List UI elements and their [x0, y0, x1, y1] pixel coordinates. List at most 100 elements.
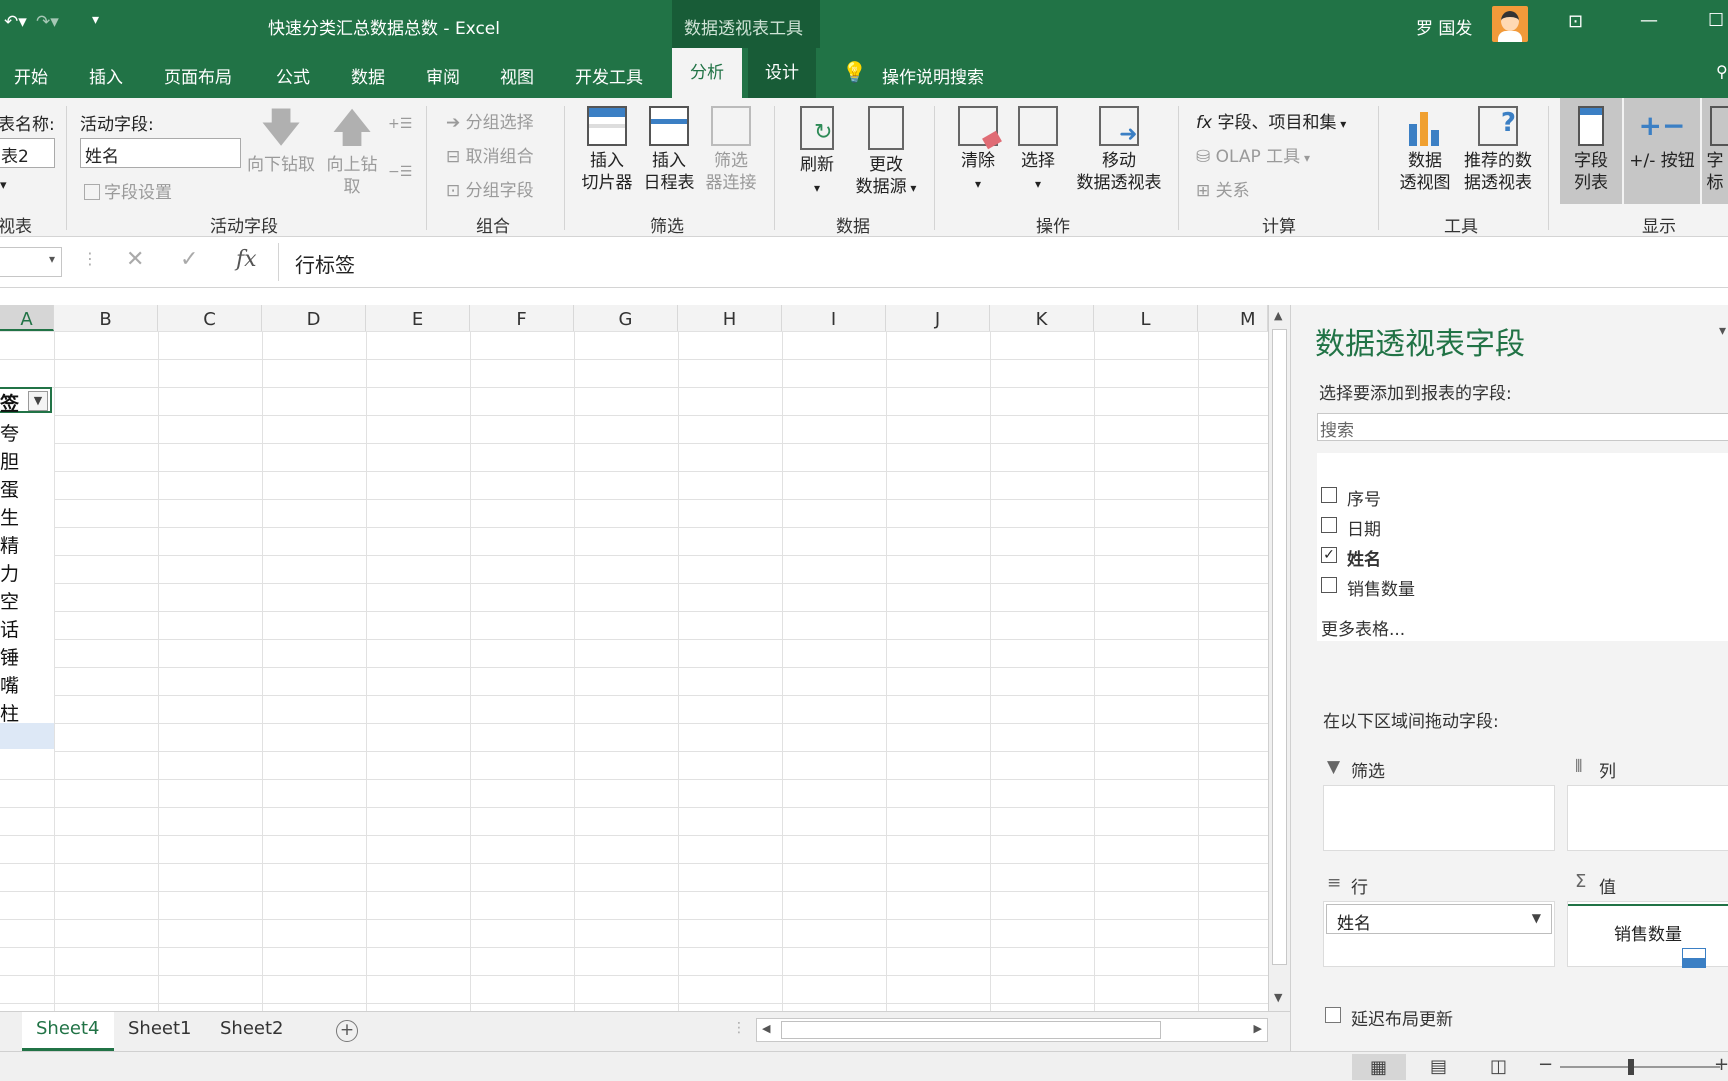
name-box[interactable]: ▾ — [0, 247, 62, 277]
insert-slicer-button[interactable]: 插入 切片器 — [576, 106, 638, 194]
drill-up-button[interactable]: 🡅 向上钻取 — [322, 106, 382, 198]
scroll-left-icon[interactable]: ◀ — [762, 1022, 770, 1035]
redo-icon[interactable]: ↷▾ — [36, 12, 59, 32]
vertical-scrollbar[interactable]: ▲ ▼ — [1268, 305, 1291, 1011]
pivot-name-input[interactable]: 表2 — [0, 138, 55, 168]
tab-data[interactable]: 数据 — [351, 63, 385, 88]
column-header-k[interactable]: K — [990, 305, 1094, 331]
horizontal-scrollbar[interactable]: ◀ ▶ — [756, 1018, 1268, 1042]
tab-insert[interactable]: 插入 — [89, 63, 123, 88]
tab-view[interactable]: 视图 — [500, 63, 534, 88]
column-header-m[interactable]: M — [1198, 305, 1268, 331]
group-field-button[interactable]: ⊡ 分组字段 — [446, 176, 534, 201]
add-sheet-icon[interactable]: + — [336, 1020, 358, 1042]
olap-tools-button[interactable]: ⛁ OLAP 工具 ▾ — [1196, 142, 1310, 167]
zoom-slider[interactable] — [1560, 1066, 1720, 1068]
tab-design[interactable]: 设计 — [748, 48, 816, 98]
hscroll-thumb[interactable] — [781, 1021, 1161, 1039]
pivot-options-dropdown[interactable]: ▾ — [0, 178, 7, 193]
clear-button[interactable]: 清除 ▾ — [950, 106, 1006, 195]
minimize-icon[interactable]: — — [1640, 10, 1658, 31]
value-field-label[interactable]: 销售数量 — [1614, 920, 1682, 945]
field-list-button[interactable]: 字段 列表 — [1560, 98, 1622, 204]
page-layout-view-icon[interactable]: ▤ — [1430, 1056, 1447, 1077]
insert-function-icon[interactable]: fx — [236, 247, 257, 272]
tab-analyze[interactable]: 分析 — [672, 48, 742, 98]
tab-home[interactable]: 开始 — [14, 63, 48, 88]
ribbon-display-icon[interactable]: ⊡ — [1568, 11, 1583, 32]
fields-items-sets-button[interactable]: fx 字段、项目和集 ▾ — [1196, 108, 1346, 133]
group-selection-button[interactable]: ➔ 分组选择 — [446, 108, 534, 133]
select-button[interactable]: 选择 ▾ — [1010, 106, 1066, 195]
scroll-up-icon[interactable]: ▲ — [1274, 309, 1282, 322]
tab-formulas[interactable]: 公式 — [276, 63, 310, 88]
row-field-item[interactable]: 姓名 ▼ — [1326, 904, 1552, 934]
tab-developer[interactable]: 开发工具 — [575, 63, 643, 88]
chevron-down-icon[interactable]: ▼ — [1532, 911, 1541, 925]
refresh-button[interactable]: ↻ 刷新 ▾ — [788, 106, 846, 199]
selected-cell[interactable] — [0, 723, 54, 749]
column-header-c[interactable]: C — [158, 305, 262, 331]
tell-me-search[interactable]: 操作说明搜索 — [882, 63, 984, 88]
field-checkbox-sales[interactable] — [1321, 577, 1337, 593]
maximize-icon[interactable]: ☐ — [1708, 10, 1724, 31]
confirm-icon[interactable]: ✓ — [180, 247, 198, 272]
avatar[interactable] — [1492, 6, 1528, 42]
move-pivot-button[interactable]: ➜ 移动 数据透视表 — [1070, 106, 1168, 194]
plus-minus-buttons-button[interactable]: +− +/- 按钮 — [1624, 98, 1700, 204]
column-header-g[interactable]: G — [574, 305, 678, 331]
cancel-icon[interactable]: ✕ — [126, 247, 144, 272]
share-icon[interactable]: ⚲ — [1716, 62, 1728, 81]
field-search-input[interactable]: 搜索 — [1317, 413, 1728, 441]
expand-field-icon[interactable]: +☰ — [388, 116, 412, 132]
column-header-f[interactable]: F — [470, 305, 574, 331]
user-name[interactable]: 罗 国发 — [1416, 14, 1472, 39]
scroll-thumb[interactable] — [1272, 329, 1287, 965]
collapse-field-icon[interactable]: −☰ — [388, 164, 412, 180]
tab-page-layout[interactable]: 页面布局 — [164, 63, 232, 88]
zoom-slider-thumb[interactable] — [1628, 1059, 1634, 1075]
value-drop-area[interactable]: 销售数量 — [1567, 901, 1728, 968]
column-header-e[interactable]: E — [366, 305, 470, 331]
column-header-i[interactable]: I — [782, 305, 886, 331]
column-drop-area[interactable] — [1567, 785, 1728, 851]
more-tables-link[interactable]: 更多表格... — [1321, 615, 1405, 640]
formula-input[interactable]: 行标签 — [278, 243, 1728, 281]
sheet-tab-sheet4[interactable]: Sheet4 — [22, 1012, 114, 1051]
pivotchart-button[interactable]: 数据 透视图 — [1392, 106, 1458, 194]
worksheet-grid[interactable]: 签 ▼ 夸 胆 蛋 生 精 力 空 话 锤 嘴 柱 — [0, 331, 1268, 1011]
field-checkbox-date[interactable] — [1321, 517, 1337, 533]
ungroup-button[interactable]: ⊟ 取消组合 — [446, 142, 534, 167]
pane-options-icon[interactable]: ▾ — [1719, 323, 1726, 339]
column-header-j[interactable]: J — [886, 305, 990, 331]
undo-icon[interactable]: ↶▾ — [4, 12, 27, 32]
recommended-pivot-button[interactable]: ? 推荐的数 据透视表 — [1458, 106, 1538, 194]
drill-down-button[interactable]: 🡇 向下钻取 — [244, 106, 318, 176]
field-headers-button[interactable]: 字标 — [1702, 98, 1728, 204]
filter-drop-area[interactable] — [1323, 785, 1555, 851]
row-drop-area[interactable]: 姓名 ▼ — [1323, 901, 1555, 967]
column-header-l[interactable]: L — [1094, 305, 1198, 331]
insert-timeline-button[interactable]: 插入 日程表 — [638, 106, 700, 194]
customize-qat-icon[interactable]: ▾ — [92, 12, 99, 28]
relationships-button[interactable]: ⊞ 关系 — [1196, 176, 1250, 201]
chevron-down-icon[interactable]: ▾ — [49, 252, 55, 266]
field-checkbox-name[interactable]: ✓ — [1321, 547, 1337, 563]
scroll-right-icon[interactable]: ▶ — [1254, 1022, 1262, 1035]
filter-connections-button[interactable]: 筛选 器连接 — [700, 106, 762, 194]
column-header-b[interactable]: B — [54, 305, 158, 331]
column-header-d[interactable]: D — [262, 305, 366, 331]
column-header-a[interactable]: A — [0, 305, 54, 331]
field-checkbox-seq[interactable] — [1321, 487, 1337, 503]
normal-view-icon[interactable]: ▦ — [1352, 1054, 1406, 1080]
field-settings-button[interactable]: 字段设置 — [84, 178, 172, 203]
splitter-icon[interactable]: ⋮ — [732, 1020, 746, 1036]
defer-update-checkbox[interactable] — [1325, 1007, 1341, 1023]
sheet-tab-sheet2[interactable]: Sheet2 — [206, 1012, 298, 1048]
zoom-in-icon[interactable]: + — [1714, 1054, 1728, 1075]
active-field-input[interactable]: 姓名 — [80, 138, 241, 168]
filter-dropdown-icon[interactable]: ▼ — [28, 391, 48, 411]
column-header-h[interactable]: H — [678, 305, 782, 331]
scroll-down-icon[interactable]: ▼ — [1274, 991, 1282, 1004]
change-source-button[interactable]: 更改 数据源 ▾ — [846, 106, 926, 199]
